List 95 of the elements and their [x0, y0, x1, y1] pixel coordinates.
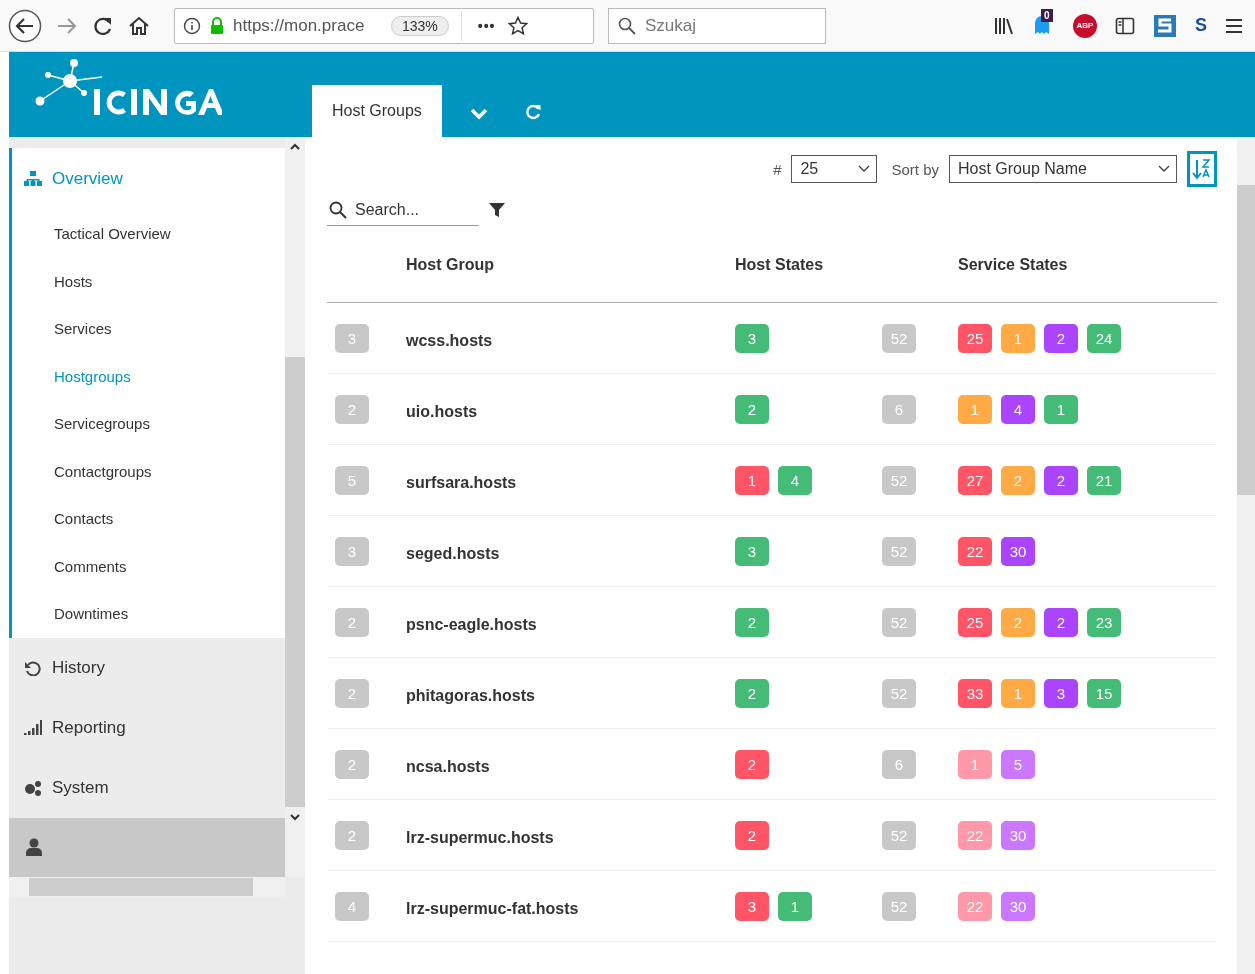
hostgroup-link[interactable]: surfsara.hosts [406, 468, 735, 492]
state-count[interactable]: 30 [1001, 891, 1035, 921]
state-count[interactable]: 2 [1044, 323, 1078, 353]
nav-item[interactable]: Hosts [12, 257, 285, 305]
state-count[interactable]: 3 [1044, 678, 1078, 708]
scrollbar[interactable] [1237, 137, 1255, 974]
state-count[interactable]: 33 [958, 678, 992, 708]
state-count[interactable]: 23 [1087, 607, 1121, 637]
adblock-icon[interactable]: ABP [1073, 13, 1097, 38]
nav-item[interactable]: Tactical Overview [12, 210, 285, 258]
url-text: https://mon.prace [233, 15, 366, 36]
limit-dropdown[interactable]: 25 [791, 155, 878, 183]
state-count[interactable]: 30 [1001, 536, 1035, 566]
sort-dropdown[interactable]: Host Group Name [949, 155, 1177, 183]
state-count[interactable]: 27 [958, 465, 992, 495]
state-count[interactable]: 3 [735, 323, 769, 353]
sidebar-icon[interactable] [1115, 16, 1135, 35]
nav-item[interactable]: Servicegroups [12, 400, 285, 448]
chevron-down-icon [1158, 165, 1170, 173]
state-count[interactable]: 5 [1001, 749, 1035, 779]
scrollbar[interactable] [285, 137, 305, 877]
s-extension-icon[interactable] [1153, 13, 1177, 38]
nav-section[interactable]: History [9, 637, 285, 698]
hostgroup-link[interactable]: lrz-supermuc.hosts [406, 823, 735, 847]
state-count[interactable]: 3 [735, 891, 769, 921]
url-field[interactable]: https://mon.prace 133% ••• [174, 7, 594, 44]
label: # [773, 160, 782, 178]
user-icon [26, 838, 42, 857]
search-field[interactable]: Search... [327, 194, 479, 226]
hostgroup-link[interactable]: phitagoras.hosts [406, 681, 735, 705]
column-header: Host Group [406, 256, 495, 274]
hostgroup-link[interactable]: uio.hosts [406, 397, 735, 421]
state-count[interactable]: 21 [1087, 465, 1121, 495]
state-count[interactable]: 3 [735, 536, 769, 566]
nav-item[interactable]: Services [12, 305, 285, 353]
search-icon [618, 16, 636, 35]
state-count[interactable]: 2 [735, 678, 769, 708]
library-icon[interactable] [993, 15, 1015, 36]
state-count[interactable]: 4 [1001, 394, 1035, 424]
nav-item[interactable]: Downtimes [12, 590, 285, 638]
nav-item[interactable]: Hostgroups [12, 352, 285, 400]
bar-chart-icon [24, 719, 42, 736]
count-badge: 0 [1041, 8, 1053, 22]
nav-section[interactable]: Reporting [9, 697, 285, 758]
chevron-down-icon [858, 165, 871, 173]
state-count[interactable]: 2 [735, 749, 769, 779]
tab[interactable]: Host Groups [312, 85, 442, 137]
more-button[interactable]: ••• [473, 17, 500, 34]
state-count[interactable]: 2 [735, 607, 769, 637]
state-count[interactable]: 1 [735, 465, 769, 495]
hostgroup-link[interactable]: wcss.hosts [406, 326, 735, 350]
filter-icon[interactable] [489, 202, 505, 218]
s-extension-icon[interactable]: S [1195, 15, 1207, 36]
lock-icon [209, 16, 225, 35]
state-count[interactable]: 25 [958, 323, 992, 353]
state-count[interactable]: 22 [958, 536, 992, 566]
state-count[interactable]: 15 [1087, 678, 1121, 708]
label: Sort by [891, 160, 939, 178]
menu-icon[interactable] [1225, 17, 1243, 34]
state-count[interactable]: 2 [735, 394, 769, 424]
state-count[interactable]: 4 [778, 465, 812, 495]
hostgroup-link[interactable]: seged.hosts [406, 539, 735, 563]
sort-direction-icon[interactable] [1187, 151, 1217, 187]
nav-item[interactable]: Comments [12, 542, 285, 590]
home-icon[interactable] [128, 14, 150, 37]
refresh-icon[interactable] [523, 103, 542, 121]
hostgroup-link[interactable]: lrz-supermuc-fat.hosts [406, 894, 735, 918]
nav-section[interactable]: System [9, 757, 285, 818]
state-count[interactable]: 1 [1044, 394, 1078, 424]
state-count[interactable]: 24 [1087, 323, 1121, 353]
search-icon [329, 201, 347, 219]
column-header: Host States [735, 256, 825, 274]
nav-item[interactable]: Contacts [12, 495, 285, 543]
state-count[interactable]: 2 [1044, 607, 1078, 637]
hostgroup-link[interactable]: ncsa.hosts [406, 752, 735, 776]
star-icon[interactable] [507, 15, 528, 36]
state-count[interactable]: 2 [735, 820, 769, 850]
chevron-down-icon[interactable] [469, 108, 488, 120]
scroll-down-icon[interactable] [290, 813, 300, 821]
nav-item[interactable]: Contactgroups [12, 447, 285, 495]
column-header: Service States [958, 256, 1068, 274]
nav-section[interactable]: Overview [12, 148, 285, 210]
state-count[interactable]: 30 [1001, 820, 1035, 850]
scroll-up-icon[interactable] [290, 143, 300, 151]
state-count[interactable]: 1 [778, 891, 812, 921]
info-icon [183, 16, 201, 35]
back-icon[interactable] [8, 8, 42, 43]
zoom-button[interactable]: 133% [391, 15, 449, 36]
state-count[interactable]: 25 [958, 607, 992, 637]
sitemap-icon [24, 171, 42, 187]
state-count[interactable]: 2 [1044, 465, 1078, 495]
history-icon [24, 659, 42, 676]
scrollbar[interactable] [9, 877, 285, 897]
search-field[interactable]: Szukaj [608, 7, 826, 44]
hostgroup-link[interactable]: psnc-eagle.hosts [406, 610, 735, 634]
